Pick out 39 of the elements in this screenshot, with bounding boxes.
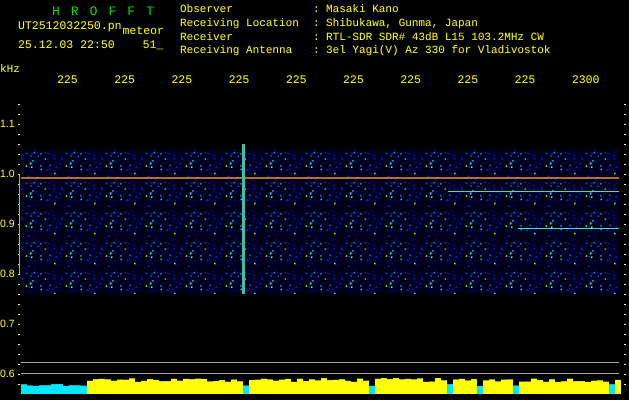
frequency-label: 0.9 [0, 218, 16, 230]
app-title-letter: F [108, 4, 116, 19]
frequency-label: 1.1 [0, 118, 16, 130]
frequency-label: 0.8 [0, 268, 16, 280]
time-label: 225 [171, 74, 194, 89]
mode-label: meteor [122, 24, 164, 39]
time-label: 225 [286, 74, 308, 89]
unit-label: kHz [0, 64, 20, 76]
app-title-letter: H [52, 4, 60, 19]
timestamp: 25.12.03 22:50 [18, 38, 115, 53]
time-label: 225 [57, 74, 79, 89]
time-label: 225 [114, 74, 136, 89]
info-value: Masaki Kano [326, 5, 400, 18]
info-separator: : [313, 46, 321, 60]
info-separator: : [313, 18, 321, 32]
app-title-letter: R [70, 4, 79, 19]
time-label: 225 [343, 74, 365, 89]
frequency-label: 1.0 [0, 168, 16, 180]
time-label: 225 [400, 74, 422, 89]
info-value: RTL-SDR SDR# 43dB L15 103.2MHz CW [326, 32, 545, 45]
time-label: 225 [228, 74, 250, 89]
app-title-letter: F [127, 4, 136, 19]
frequency-label: 0.7 [0, 318, 16, 330]
info-label: Observer [180, 5, 234, 18]
info-label: Receiving Antenna [180, 46, 294, 60]
info-separator: : [313, 5, 321, 18]
app-title-letter: T [146, 4, 154, 19]
app-title-letter: O [90, 4, 98, 19]
time-label: 2300 [572, 74, 600, 89]
info-label: Receiving Location [180, 18, 300, 32]
time-label: 225 [457, 74, 480, 89]
info-value: Shibukawa, Gunma, Japan [326, 18, 479, 32]
counter: 51_ [142, 38, 164, 53]
info-value: 3el Yagi(V) Az 330 for Vladivostok [326, 46, 550, 60]
info-label: Receiver [180, 32, 234, 45]
file-name: UT2512032250.pn [18, 19, 122, 34]
info-separator: : [313, 32, 321, 46]
frequency-label: 0.6 [0, 368, 16, 380]
time-label: 225 [514, 74, 536, 89]
